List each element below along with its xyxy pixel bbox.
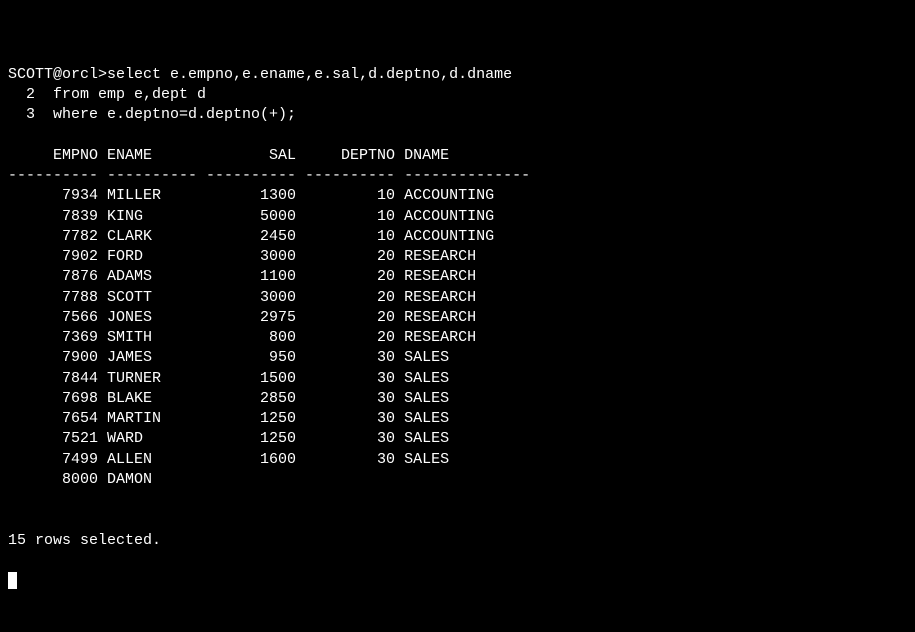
sql-line-1: select e.empno,e.ename,e.sal,d.deptno,d.… bbox=[107, 66, 512, 83]
table-separator: ---------- ---------- ---------- -------… bbox=[8, 167, 530, 184]
sql-line-2: from emp e,dept d bbox=[53, 86, 206, 103]
table-header: EMPNO ENAME SAL DEPTNO DNAME bbox=[8, 147, 449, 164]
line-number-3: 3 bbox=[8, 106, 53, 123]
sql-line-3: where e.deptno=d.deptno(+); bbox=[53, 106, 296, 123]
rows-selected-footer: 15 rows selected. bbox=[8, 532, 161, 549]
sql-prompt: SCOTT@orcl> bbox=[8, 66, 107, 83]
cursor[interactable] bbox=[8, 572, 17, 589]
table-body: 7934 MILLER 1300 10 ACCOUNTING 7839 KING… bbox=[8, 186, 907, 490]
line-number-2: 2 bbox=[8, 86, 53, 103]
